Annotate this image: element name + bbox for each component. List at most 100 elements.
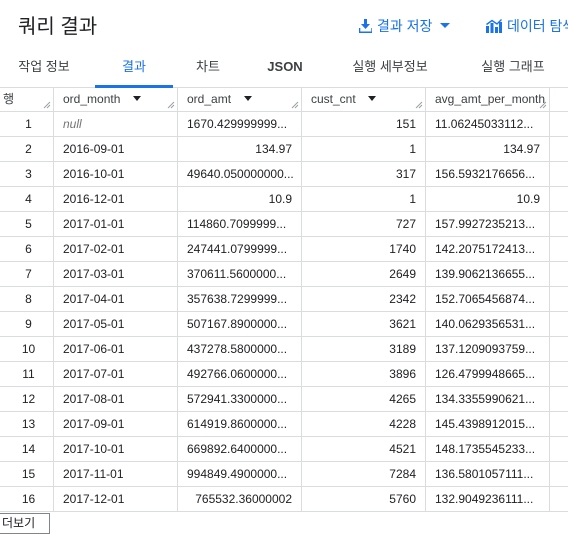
avg-amt-cell[interactable]: 136.5801057111... <box>426 462 550 486</box>
cust-cnt-cell[interactable]: 1 <box>302 137 426 161</box>
avg-amt-cell[interactable]: 126.4799948665... <box>426 362 550 386</box>
ord-month-cell[interactable]: 2017-08-01 <box>54 387 178 411</box>
avg-amt-cell[interactable]: 145.4398912015... <box>426 412 550 436</box>
row-number-cell[interactable]: 15 <box>0 462 54 486</box>
sort-caret-down-icon[interactable] <box>244 96 252 101</box>
column-header-ord-amt[interactable]: ord_amt <box>178 87 302 111</box>
ord-amt-cell[interactable]: 10.9 <box>178 187 302 211</box>
cust-cnt-cell[interactable]: 317 <box>302 162 426 186</box>
ord-month-cell[interactable]: 2016-09-01 <box>54 137 178 161</box>
row-number-cell[interactable]: 1 <box>0 112 54 136</box>
avg-amt-cell[interactable]: 137.1209093759... <box>426 337 550 361</box>
resize-grip-icon[interactable] <box>415 101 423 109</box>
cust-cnt-cell[interactable]: 5760 <box>302 487 426 511</box>
tab-job-info[interactable]: 작업 정보 <box>18 48 69 88</box>
ord-month-cell[interactable]: 2017-12-01 <box>54 487 178 511</box>
ord-amt-cell[interactable]: 49640.050000000... <box>178 162 302 186</box>
ord-month-cell[interactable]: 2017-01-01 <box>54 212 178 236</box>
cust-cnt-cell[interactable]: 4265 <box>302 387 426 411</box>
ord-amt-cell[interactable]: 247441.0799999... <box>178 237 302 261</box>
tab-execution-details[interactable]: 실행 세부정보 <box>352 48 427 88</box>
cust-cnt-cell[interactable]: 1 <box>302 187 426 211</box>
ord-amt-cell[interactable]: 614919.8600000... <box>178 412 302 436</box>
ord-month-cell[interactable]: 2017-07-01 <box>54 362 178 386</box>
row-number-cell[interactable]: 8 <box>0 287 54 311</box>
row-number-cell[interactable]: 5 <box>0 212 54 236</box>
ord-amt-cell[interactable]: 1670.429999999... <box>178 112 302 136</box>
explore-data-button[interactable]: 데이터 탐색 <box>486 16 568 36</box>
avg-amt-cell[interactable]: 142.2075172413... <box>426 237 550 261</box>
row-number-cell[interactable]: 9 <box>0 312 54 336</box>
sort-caret-down-icon[interactable] <box>133 96 141 101</box>
ord-amt-cell[interactable]: 370611.5600000... <box>178 262 302 286</box>
avg-amt-cell[interactable]: 10.9 <box>426 187 550 211</box>
resize-grip-icon[interactable] <box>43 101 51 109</box>
ord-month-cell[interactable]: 2017-10-01 <box>54 437 178 461</box>
ord-amt-cell[interactable]: 765532.36000002 <box>178 487 302 511</box>
cust-cnt-cell[interactable]: 727 <box>302 212 426 236</box>
avg-amt-cell[interactable]: 134.3355990621... <box>426 387 550 411</box>
ord-amt-cell[interactable]: 437278.5800000... <box>178 337 302 361</box>
ord-amt-cell[interactable]: 134.97 <box>178 137 302 161</box>
row-number-cell[interactable]: 6 <box>0 237 54 261</box>
ord-month-cell[interactable]: null <box>54 112 178 136</box>
ord-month-cell[interactable]: 2017-11-01 <box>54 462 178 486</box>
resize-grip-icon[interactable] <box>167 101 175 109</box>
cust-cnt-cell[interactable]: 1740 <box>302 237 426 261</box>
ord-month-cell[interactable]: 2017-06-01 <box>54 337 178 361</box>
avg-amt-cell[interactable]: 152.7065456874... <box>426 287 550 311</box>
ord-amt-cell[interactable]: 572941.3300000... <box>178 387 302 411</box>
ord-month-cell[interactable]: 2017-03-01 <box>54 262 178 286</box>
cust-cnt-cell[interactable]: 3189 <box>302 337 426 361</box>
avg-amt-cell[interactable]: 132.9049236111... <box>426 487 550 511</box>
ord-month-cell[interactable]: 2017-02-01 <box>54 237 178 261</box>
row-number-cell[interactable]: 3 <box>0 162 54 186</box>
row-number-cell[interactable]: 11 <box>0 362 54 386</box>
cust-cnt-cell[interactable]: 3896 <box>302 362 426 386</box>
avg-amt-cell[interactable]: 139.9062136655... <box>426 262 550 286</box>
ord-amt-cell[interactable]: 114860.7099999... <box>178 212 302 236</box>
row-number-cell[interactable]: 13 <box>0 412 54 436</box>
avg-amt-cell[interactable]: 134.97 <box>426 137 550 161</box>
cust-cnt-cell[interactable]: 7284 <box>302 462 426 486</box>
column-header-cust-cnt[interactable]: cust_cnt <box>302 87 426 111</box>
resize-grip-icon[interactable] <box>291 101 299 109</box>
ord-month-cell[interactable]: 2017-04-01 <box>54 287 178 311</box>
row-number-cell[interactable]: 10 <box>0 337 54 361</box>
avg-amt-cell[interactable]: 157.9927235213... <box>426 212 550 236</box>
ord-amt-cell[interactable]: 669892.6400000... <box>178 437 302 461</box>
ord-amt-cell[interactable]: 507167.8900000... <box>178 312 302 336</box>
row-number-cell[interactable]: 7 <box>0 262 54 286</box>
ord-month-cell[interactable]: 2017-05-01 <box>54 312 178 336</box>
ord-amt-cell[interactable]: 357638.7299999... <box>178 287 302 311</box>
ord-amt-cell[interactable]: 994849.4900000... <box>178 462 302 486</box>
column-header-avg-amt-per-month[interactable]: avg_amt_per_month <box>426 87 550 111</box>
row-number-cell[interactable]: 4 <box>0 187 54 211</box>
load-more-button[interactable]: 더보기 <box>0 513 50 534</box>
avg-amt-cell[interactable]: 156.5932176656... <box>426 162 550 186</box>
ord-amt-cell[interactable]: 492766.0600000... <box>178 362 302 386</box>
row-number-cell[interactable]: 16 <box>0 487 54 511</box>
cust-cnt-cell[interactable]: 151 <box>302 112 426 136</box>
column-header-row-number[interactable]: 행 <box>0 87 54 111</box>
cust-cnt-cell[interactable]: 4521 <box>302 437 426 461</box>
avg-amt-cell[interactable]: 148.1735545233... <box>426 437 550 461</box>
sort-caret-down-icon[interactable] <box>368 96 376 101</box>
ord-month-cell[interactable]: 2016-12-01 <box>54 187 178 211</box>
resize-grip-icon[interactable] <box>539 101 547 109</box>
cust-cnt-cell[interactable]: 3621 <box>302 312 426 336</box>
tab-execution-graph[interactable]: 실행 그래프 <box>481 48 544 88</box>
avg-amt-cell[interactable]: 140.0629356531... <box>426 312 550 336</box>
cust-cnt-cell[interactable]: 2342 <box>302 287 426 311</box>
cust-cnt-cell[interactable]: 4228 <box>302 412 426 436</box>
ord-month-cell[interactable]: 2017-09-01 <box>54 412 178 436</box>
save-results-button[interactable]: 결과 저장 <box>359 16 451 36</box>
tab-results[interactable]: 결과 <box>122 48 146 88</box>
row-number-cell[interactable]: 14 <box>0 437 54 461</box>
column-header-ord-month[interactable]: ord_month <box>54 87 178 111</box>
ord-month-cell[interactable]: 2016-10-01 <box>54 162 178 186</box>
avg-amt-cell[interactable]: 11.06245033112... <box>426 112 550 136</box>
tab-json[interactable]: JSON <box>267 48 302 88</box>
row-number-cell[interactable]: 12 <box>0 387 54 411</box>
cust-cnt-cell[interactable]: 2649 <box>302 262 426 286</box>
